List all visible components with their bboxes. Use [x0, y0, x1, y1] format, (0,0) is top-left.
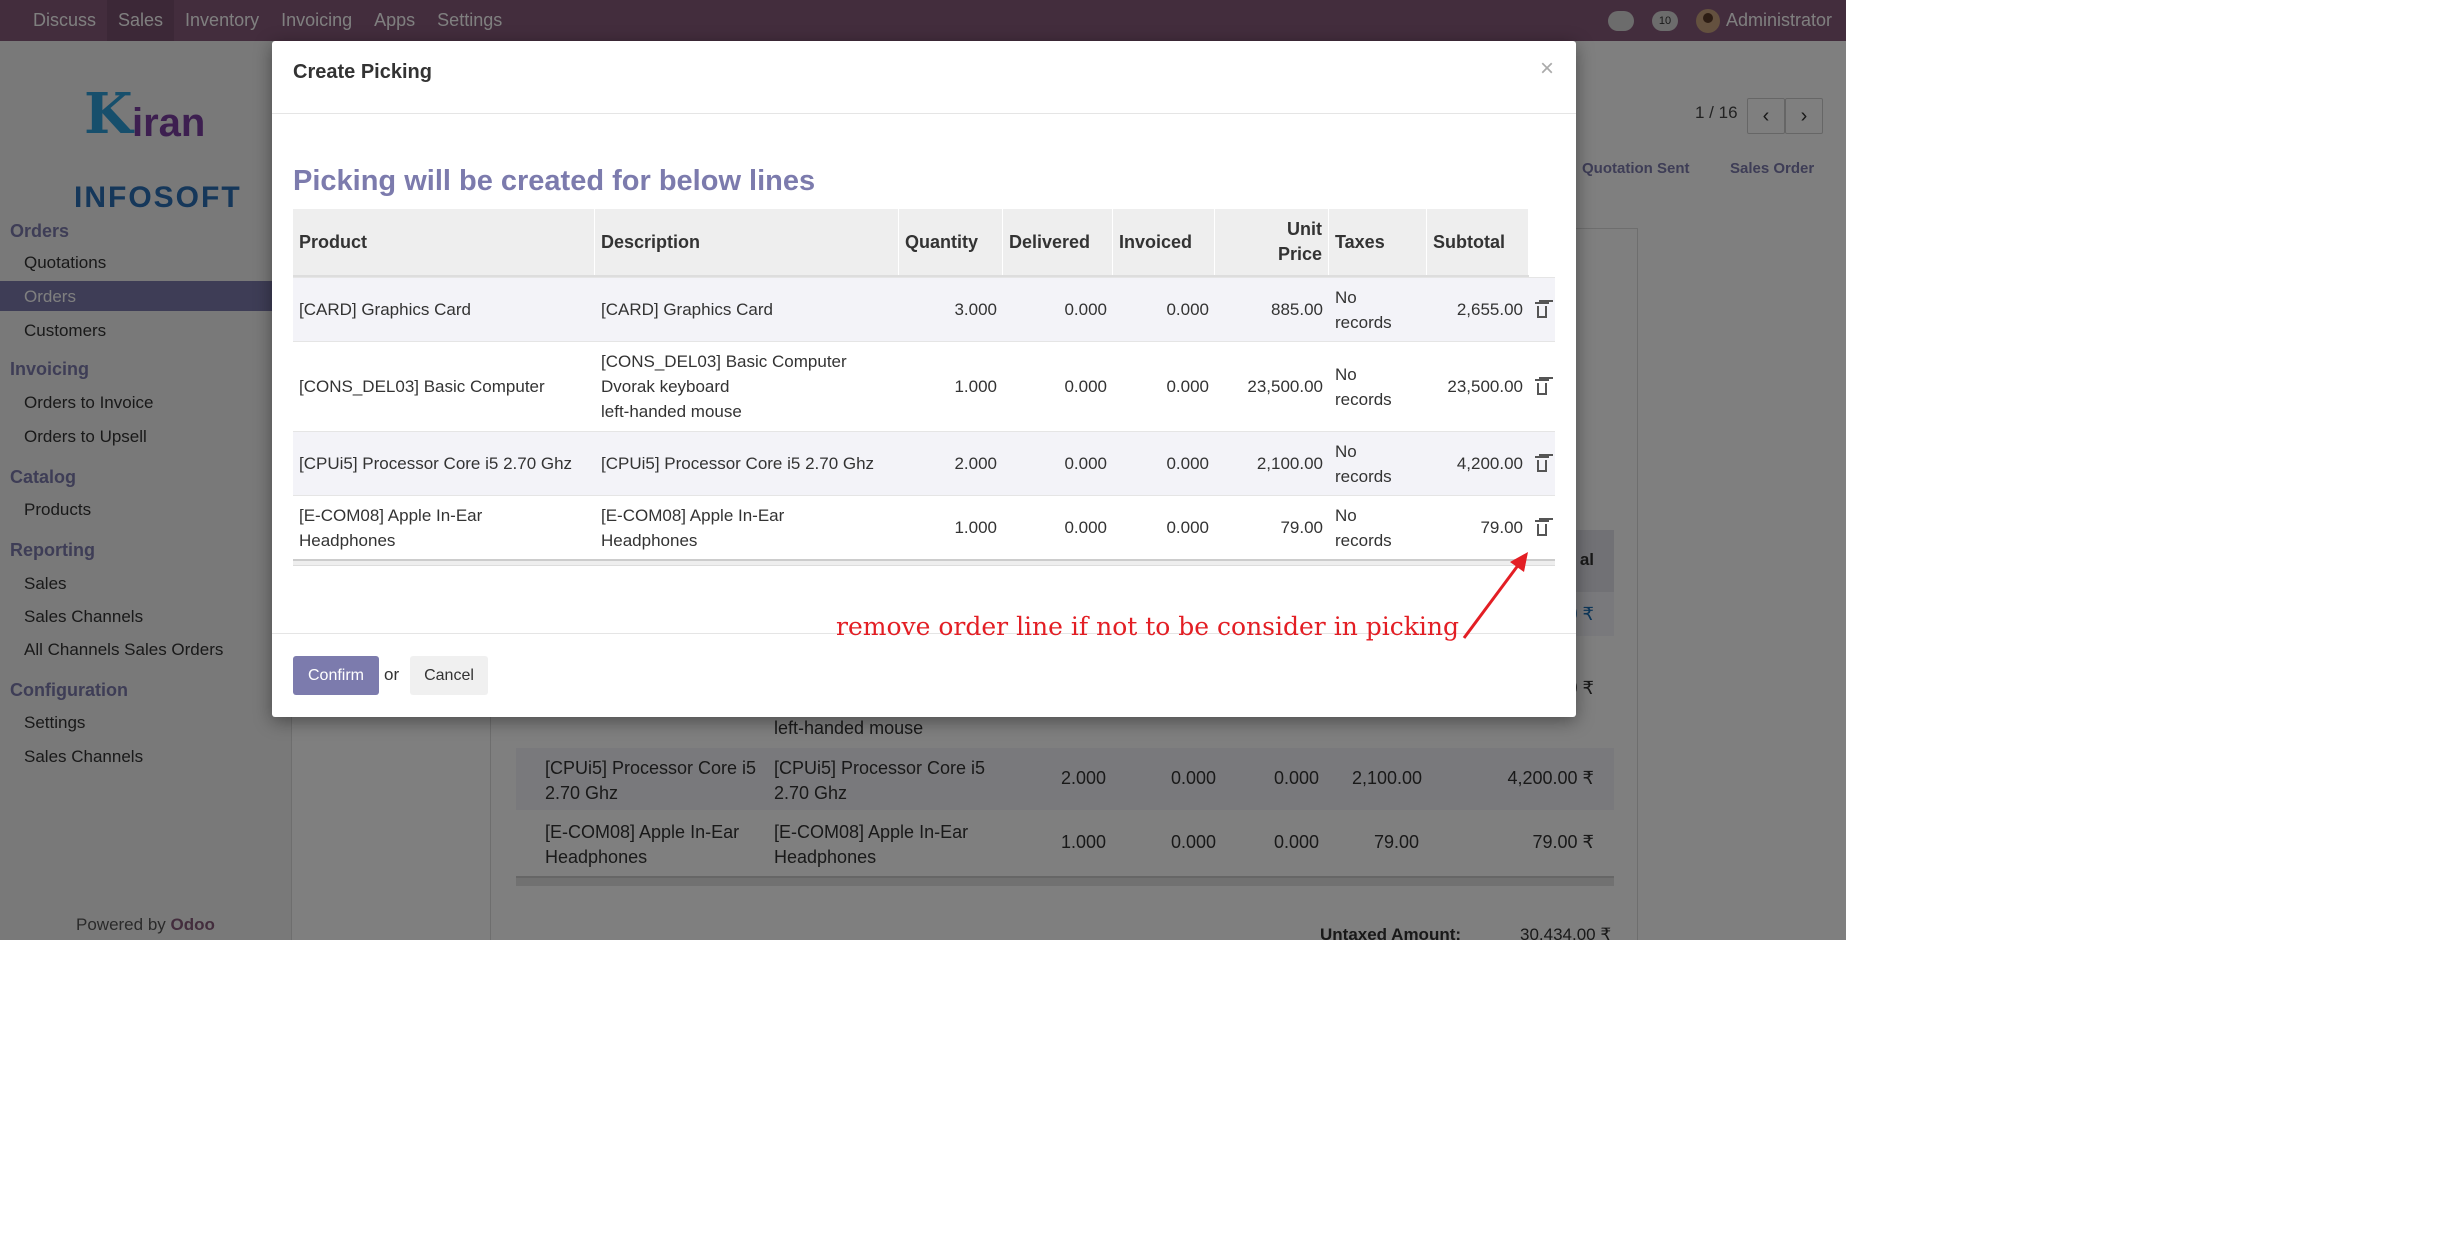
- table-row[interactable]: [CARD] Graphics Card [CARD] Graphics Car…: [293, 277, 1555, 341]
- col-invoiced[interactable]: Invoiced: [1113, 209, 1215, 275]
- picking-heading: Picking will be created for below lines: [293, 165, 816, 197]
- line-invoiced: 0.000: [1166, 518, 1209, 537]
- col-delivered[interactable]: Delivered: [1003, 209, 1113, 275]
- col-quantity[interactable]: Quantity: [899, 209, 1003, 275]
- line-invoiced: 0.000: [1166, 377, 1209, 396]
- line-quantity: 1.000: [954, 377, 997, 396]
- trash-icon[interactable]: [1535, 302, 1549, 318]
- dialog-header: Create Picking ×: [272, 41, 1576, 114]
- line-description: [CARD] Graphics Card: [601, 300, 773, 319]
- line-unit-price: 2,100.00: [1256, 454, 1323, 473]
- line-invoiced: 0.000: [1166, 454, 1209, 473]
- line-subtotal: 2,655.00: [1456, 300, 1523, 319]
- line-taxes: No records: [1335, 364, 1392, 409]
- line-unit-price: 885.00: [1271, 300, 1323, 319]
- line-delivered: 0.000: [1064, 300, 1107, 319]
- line-subtotal: 23,500.00: [1447, 377, 1523, 396]
- line-delivered: 0.000: [1064, 377, 1107, 396]
- trash-icon[interactable]: [1535, 456, 1549, 472]
- confirm-button[interactable]: Confirm: [293, 656, 379, 695]
- line-product: [CONS_DEL03] Basic Computer: [299, 377, 545, 396]
- trash-icon[interactable]: [1535, 379, 1549, 395]
- col-description[interactable]: Description: [595, 209, 899, 275]
- line-delivered: 0.000: [1064, 454, 1107, 473]
- trash-icon[interactable]: [1535, 520, 1549, 536]
- dialog-title: Create Picking: [293, 61, 432, 83]
- line-quantity: 3.000: [954, 300, 997, 319]
- col-subtotal[interactable]: Subtotal: [1427, 209, 1529, 275]
- table-row[interactable]: [CPUi5] Processor Core i5 2.70 Ghz [CPUi…: [293, 431, 1555, 495]
- line-unit-price: 79.00: [1280, 518, 1323, 537]
- close-icon[interactable]: ×: [1540, 55, 1554, 83]
- line-description: [CONS_DEL03] Basic Computer Dvorak keybo…: [601, 352, 847, 421]
- or-label: or: [384, 665, 400, 684]
- line-quantity: 2.000: [954, 454, 997, 473]
- line-product: [CPUi5] Processor Core i5 2.70 Ghz: [299, 454, 573, 473]
- table-footer: [293, 559, 1555, 566]
- table-row[interactable]: [E-COM08] Apple In-Ear Headphones [E-COM…: [293, 495, 1555, 559]
- line-taxes: No records: [1335, 441, 1392, 486]
- col-product[interactable]: Product: [293, 209, 595, 275]
- line-description: [CPUi5] Processor Core i5 2.70 Ghz: [601, 454, 875, 473]
- col-unit-price[interactable]: Unit Price: [1215, 209, 1329, 275]
- line-product: [CARD] Graphics Card: [299, 300, 471, 319]
- line-taxes: No records: [1335, 287, 1392, 332]
- annotation-arrow-icon: [1462, 552, 1528, 639]
- table-row[interactable]: [CONS_DEL03] Basic Computer [CONS_DEL03]…: [293, 341, 1555, 431]
- line-subtotal: 4,200.00: [1456, 454, 1523, 473]
- line-quantity: 1.000: [954, 518, 997, 537]
- col-taxes[interactable]: Taxes: [1329, 209, 1427, 275]
- line-product: [E-COM08] Apple In-Ear Headphones: [299, 505, 483, 550]
- odoo-app: Discuss Sales Inventory Invoicing Apps S…: [0, 0, 1846, 940]
- line-unit-price: 23,500.00: [1247, 377, 1323, 396]
- line-description: [E-COM08] Apple In-Ear Headphones: [601, 505, 785, 550]
- cancel-button[interactable]: Cancel: [410, 656, 488, 695]
- annotation-text: remove order line if not to be consider …: [836, 612, 1459, 641]
- line-invoiced: 0.000: [1166, 300, 1209, 319]
- line-delivered: 0.000: [1064, 518, 1107, 537]
- line-taxes: No records: [1335, 505, 1392, 550]
